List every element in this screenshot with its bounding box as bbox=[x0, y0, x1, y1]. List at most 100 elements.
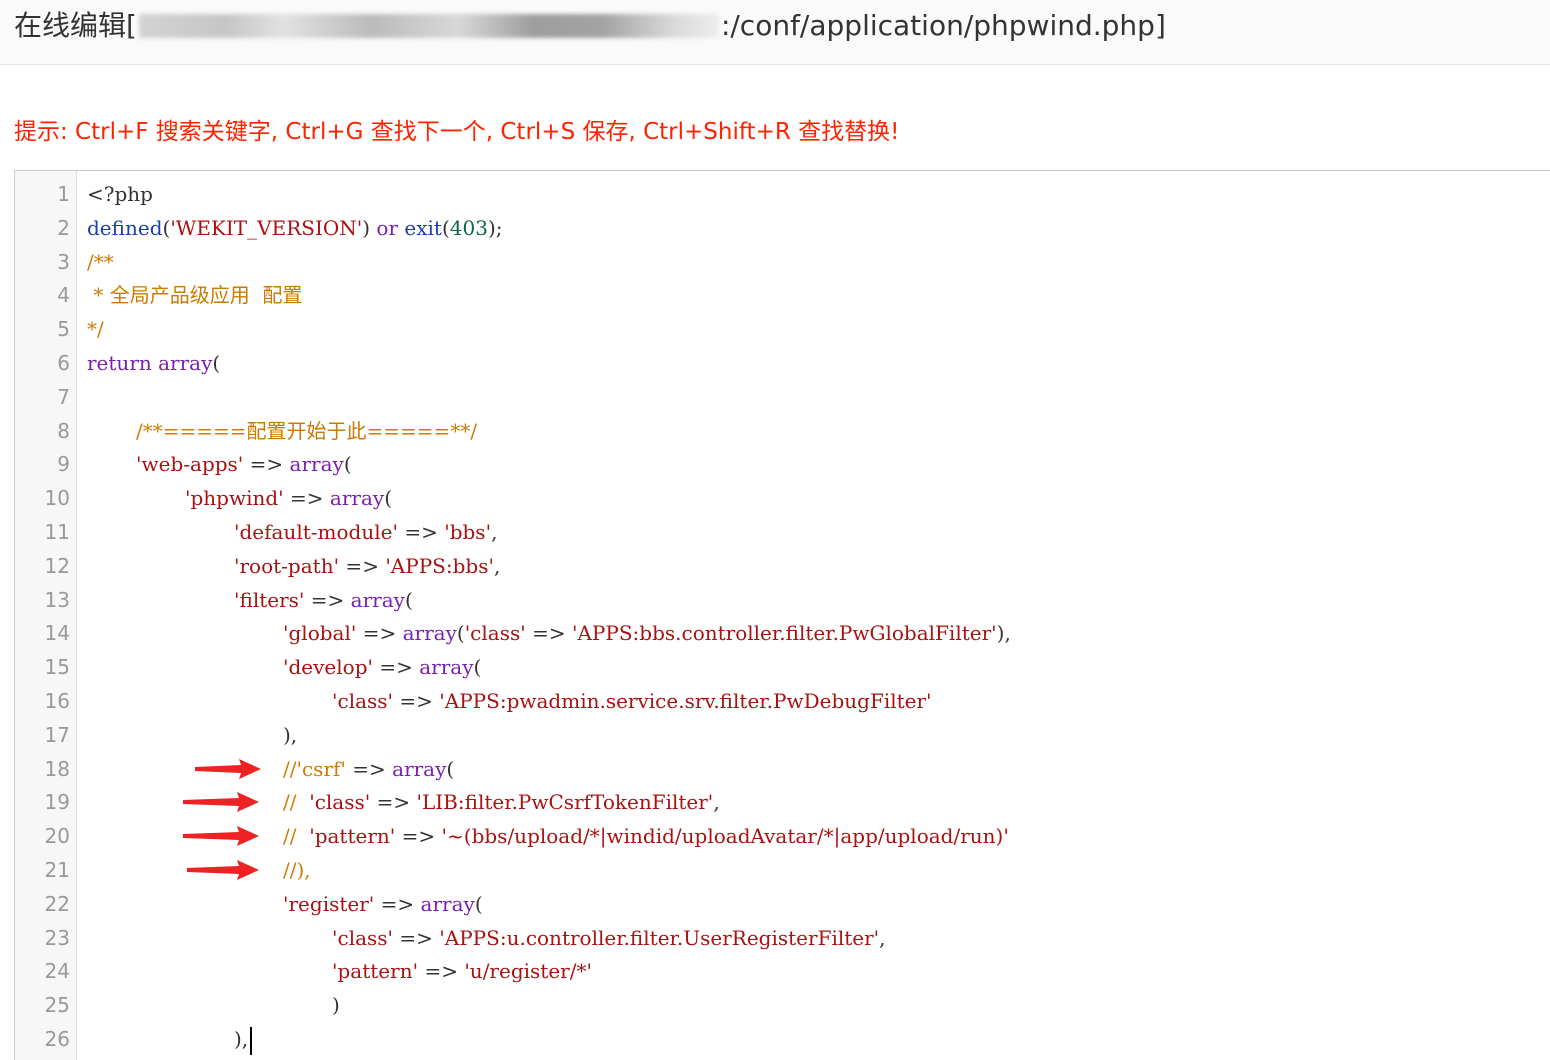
code-text: //), bbox=[283, 853, 311, 887]
code-text: 'class' => 'APPS:u.controller.filter.Use… bbox=[332, 921, 886, 955]
line-number: 25 bbox=[44, 993, 70, 1018]
red-arrow-icon bbox=[183, 792, 259, 813]
code-token: => bbox=[393, 689, 440, 713]
code-line[interactable]: 22 'register' => array( bbox=[15, 887, 1550, 921]
line-number: 17 bbox=[44, 722, 70, 747]
code-line[interactable]: 15 'develop' => array( bbox=[15, 650, 1550, 684]
code-token: => bbox=[283, 486, 330, 511]
line-number: 3 bbox=[57, 249, 70, 274]
line-number: 26 bbox=[44, 1027, 70, 1051]
line-number: 24 bbox=[44, 959, 70, 984]
code-text: /** bbox=[87, 245, 114, 279]
code-line[interactable]: 6 return array( bbox=[15, 346, 1550, 380]
line-number: 16 bbox=[44, 689, 70, 713]
code-token: 'global' bbox=[283, 621, 357, 646]
code-token: exit bbox=[404, 215, 442, 240]
code-text: 'default-module' => 'bbs', bbox=[234, 515, 497, 549]
line-number: 23 bbox=[44, 925, 70, 950]
code-text: // 'pattern' => '~(bbs/upload/*|windid/u… bbox=[283, 819, 1009, 853]
line-number: 11 bbox=[44, 520, 70, 544]
code-line[interactable]: 14 'global' => array('class' => 'APPS:bbs… bbox=[15, 616, 1550, 650]
code-token: 'u/register/*' bbox=[464, 959, 592, 984]
line-number: 1 bbox=[57, 182, 70, 206]
code-token: => bbox=[373, 655, 420, 680]
code-text: 'phpwind' => array( bbox=[185, 481, 392, 515]
code-token: ( bbox=[474, 891, 483, 916]
code-token: // bbox=[283, 824, 310, 849]
code-line[interactable]: 1 <?php bbox=[15, 177, 1550, 211]
code-line[interactable]: 12 'root-path' => 'APPS:bbs', bbox=[15, 549, 1550, 583]
code-line[interactable]: 7 bbox=[15, 380, 1550, 414]
code-token: array bbox=[289, 452, 344, 477]
code-token: or bbox=[376, 215, 399, 240]
code-token: 'APPS:pwadmin.service.srv.filter.PwDebug… bbox=[439, 689, 932, 713]
code-text: defined('WEKIT_VERSION') or exit(403); bbox=[87, 211, 503, 245]
code-token: ( bbox=[456, 621, 465, 646]
line-number: 12 bbox=[44, 553, 70, 578]
code-line[interactable]: 10 'phpwind' => array( bbox=[15, 481, 1550, 515]
line-number: 5 bbox=[57, 317, 70, 342]
line-number: 14 bbox=[44, 621, 70, 646]
line-number: 2 bbox=[57, 215, 70, 240]
code-text: ), bbox=[283, 718, 297, 752]
line-number: 21 bbox=[44, 858, 70, 882]
code-token: ) bbox=[362, 215, 377, 240]
code-token: 'class' bbox=[332, 925, 394, 950]
title-prefix: 在线编辑[ bbox=[14, 9, 137, 42]
code-text: // 'class' => 'LIB:filter.PwCsrfTokenFil… bbox=[283, 785, 720, 819]
code-line[interactable]: 8 /**=====配置开始于此=====**/ bbox=[15, 414, 1550, 448]
code-line[interactable]: 9 'web-apps' => array( bbox=[15, 447, 1550, 481]
code-line[interactable]: 3 /** bbox=[15, 245, 1550, 279]
code-text: 'root-path' => 'APPS:bbs', bbox=[234, 549, 500, 583]
code-text: */ bbox=[87, 312, 104, 346]
red-arrow-icon bbox=[195, 758, 261, 779]
code-token: return bbox=[87, 351, 152, 375]
code-line[interactable]: 5 */ bbox=[15, 312, 1550, 346]
code-token: 'class' bbox=[332, 689, 394, 713]
code-token: => bbox=[395, 824, 442, 849]
code-line[interactable]: 16 'class' => 'APPS:pwadmin.service.srv.f… bbox=[15, 684, 1550, 718]
line-number: 7 bbox=[57, 384, 70, 409]
code-line[interactable]: 17), bbox=[15, 718, 1550, 752]
code-editor[interactable]: 1 <?php 2 defined('WEKIT_VERSION') or exit(… bbox=[14, 170, 1550, 1060]
code-text: 'filters' => array( bbox=[234, 583, 413, 617]
code-token: array bbox=[329, 486, 385, 511]
code-text: ), bbox=[234, 1022, 253, 1056]
code-line[interactable]: 26), bbox=[15, 1022, 1550, 1056]
code-line[interactable]: 4 * 全局产品级应用 配置 bbox=[15, 278, 1550, 312]
code-token: ), bbox=[234, 1027, 249, 1051]
code-token: ( bbox=[441, 215, 450, 240]
code-line[interactable]: 11 'default-module' => 'bbs', bbox=[15, 515, 1550, 549]
code-token: ( bbox=[404, 587, 413, 612]
code-token: array bbox=[402, 621, 457, 646]
code-line[interactable]: 25) bbox=[15, 988, 1550, 1022]
code-token: => bbox=[393, 925, 440, 950]
code-token: => bbox=[356, 621, 403, 646]
code-token: => bbox=[374, 891, 421, 916]
code-token: '~(bbs/upload/*|windid/uploadAvatar/*|ap… bbox=[441, 824, 1009, 849]
code-token: ( bbox=[212, 351, 221, 375]
code-token: /**=====配置开始于此=====**/ bbox=[136, 418, 478, 443]
code-token: /** bbox=[87, 249, 114, 274]
code-token: ); bbox=[487, 215, 503, 240]
code-token: array bbox=[392, 756, 447, 781]
code-token: // bbox=[283, 790, 310, 815]
code-token: 'WEKIT_VERSION' bbox=[170, 215, 363, 240]
line-number: 10 bbox=[44, 486, 70, 511]
code-token: ( bbox=[446, 756, 455, 781]
code-line[interactable]: 23 'class' => 'APPS:u.controller.filter.U… bbox=[15, 921, 1550, 955]
code-token: 'register' bbox=[283, 891, 375, 916]
code-token: ) bbox=[332, 993, 340, 1018]
code-token: * 全局产品级应用 配置 bbox=[87, 283, 303, 308]
code-token: => bbox=[339, 553, 386, 578]
line-number: 9 bbox=[57, 452, 70, 477]
code-token: => bbox=[418, 959, 465, 984]
code-line[interactable]: 24 'pattern' => 'u/register/*' bbox=[15, 954, 1550, 988]
line-number: 22 bbox=[44, 891, 70, 916]
code-token: => bbox=[243, 452, 290, 477]
editor-header: 在线编辑[ :/conf/application/phpwind.php] bbox=[0, 0, 1550, 65]
code-token: 'develop' bbox=[283, 655, 374, 680]
code-line[interactable]: 13 'filters' => array( bbox=[15, 583, 1550, 617]
code-token: 'pattern' bbox=[309, 824, 396, 849]
code-line[interactable]: 2 defined('WEKIT_VERSION') or exit(403); bbox=[15, 211, 1550, 245]
